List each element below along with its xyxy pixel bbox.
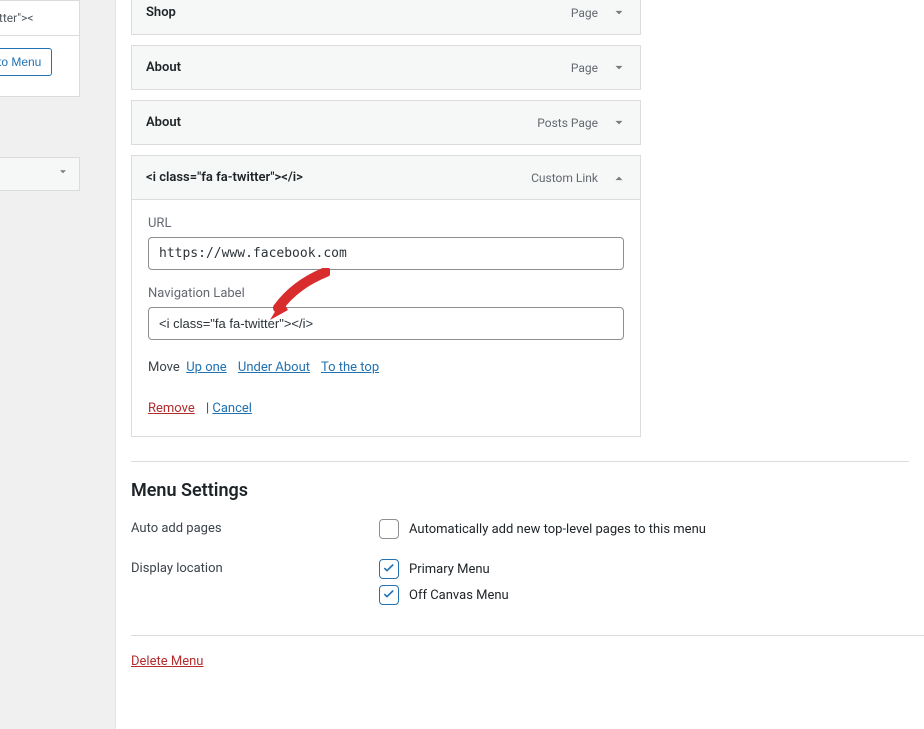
move-row: Move Up one Under About To the top	[148, 360, 624, 375]
move-label: Move	[148, 360, 180, 375]
menu-item-expanded: <i class="fa fa-twitter"></i> Custom Lin…	[131, 155, 641, 437]
caret-down-icon[interactable]	[612, 116, 626, 130]
menu-settings-heading: Menu Settings	[131, 480, 924, 501]
auto-add-pages-label: Auto add pages	[131, 519, 379, 536]
delete-menu-link[interactable]: Delete Menu	[131, 654, 203, 669]
primary-menu-checkbox[interactable]	[379, 559, 399, 579]
navigation-label-label: Navigation Label	[148, 286, 624, 301]
move-to-top-link[interactable]: To the top	[321, 360, 379, 375]
menu-item[interactable]: About Page	[131, 45, 641, 90]
cancel-link[interactable]: Cancel	[212, 401, 252, 416]
primary-menu-label: Primary Menu	[409, 562, 490, 577]
off-canvas-menu-checkbox[interactable]	[379, 585, 399, 605]
auto-add-text: Automatically add new top-level pages to…	[409, 522, 706, 537]
auto-add-checkbox[interactable]	[379, 519, 399, 539]
divider	[131, 461, 909, 462]
display-location-label: Display location	[131, 559, 379, 576]
menu-item-header[interactable]: <i class="fa fa-twitter"></i> Custom Lin…	[132, 156, 640, 199]
caret-down-icon	[57, 166, 69, 178]
move-up-one-link[interactable]: Up one	[186, 360, 226, 375]
caret-down-icon[interactable]	[612, 61, 626, 75]
menu-item-type: Posts Page	[537, 116, 598, 130]
add-to-menu-button[interactable]: to Menu	[0, 48, 52, 76]
off-canvas-menu-label: Off Canvas Menu	[409, 588, 509, 603]
accordion-collapse-toggle[interactable]	[0, 157, 80, 191]
menu-item-type: Page	[571, 6, 598, 20]
menu-item-title: About	[146, 115, 537, 130]
caret-down-icon[interactable]	[612, 6, 626, 20]
menu-item-title: <i class="fa fa-twitter"></i>	[146, 170, 531, 185]
menu-item[interactable]: About Posts Page	[131, 100, 641, 145]
menu-editor-main: Shop Page About Page About Posts Page <i…	[115, 0, 924, 729]
truncated-text: witter"><	[0, 1, 79, 36]
menu-item[interactable]: Shop Page	[131, 0, 641, 35]
url-label: URL	[148, 216, 624, 231]
menu-item-title: About	[146, 60, 571, 75]
url-input[interactable]	[148, 237, 624, 270]
menu-item-type: Page	[571, 61, 598, 75]
accordion-panel-fragment: witter">< to Menu	[0, 0, 80, 97]
caret-up-icon[interactable]	[612, 171, 626, 185]
menu-item-type: Custom Link	[531, 171, 598, 185]
move-under-link[interactable]: Under About	[238, 360, 310, 375]
menu-item-title: Shop	[146, 5, 571, 20]
navigation-label-input[interactable]	[148, 307, 624, 340]
remove-link[interactable]: Remove	[148, 401, 195, 416]
